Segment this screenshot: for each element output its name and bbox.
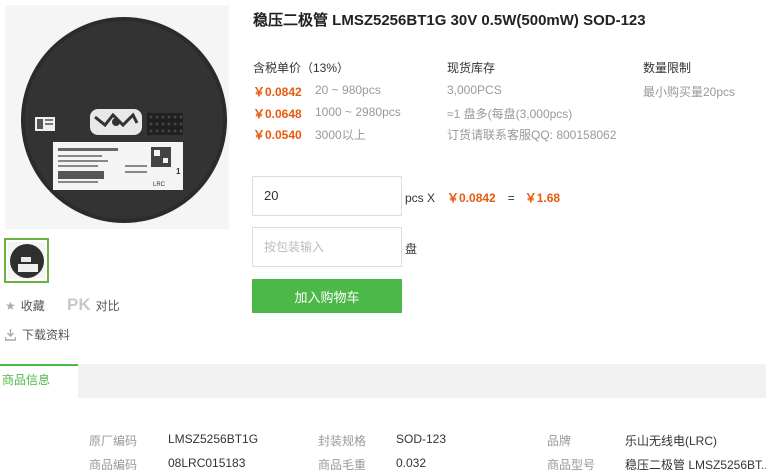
compare-label: 对比 [95, 298, 120, 313]
product-title: 稳压二极管 LMSZ5256BT1G 30V 0.5W(500mW) SOD-1… [253, 12, 646, 29]
product-image[interactable]: LRC 1 [5, 5, 229, 229]
stock-quantity: 3,000PCS [447, 83, 502, 97]
download-link[interactable]: 下载资料 [5, 326, 70, 343]
tier-price: ￥0.0842 [253, 85, 302, 99]
tier-price: ￥0.0540 [253, 128, 302, 142]
spec-value: 稳压二极管 LMSZ5256BT... [625, 458, 766, 470]
package-input[interactable]: 按包装输入 [252, 227, 402, 267]
tab-product-info[interactable]: 商品信息 [0, 364, 78, 398]
price-calculation: pcs X ￥0.0842 = ￥1.68 [405, 189, 560, 206]
spec-label: 商品毛重 [318, 458, 367, 470]
tier-qty: 3000以上 [315, 128, 366, 142]
reel-brand: LRC [153, 182, 166, 188]
tier-price: ￥0.0648 [253, 107, 302, 121]
spec-value: 08LRC015183 [168, 456, 246, 470]
download-icon [5, 328, 16, 341]
price-tier: ￥0.0648 1000 ~ 2980pcs [253, 105, 401, 122]
quantity-input[interactable]: 20 [252, 176, 402, 216]
qty-unit: pcs X [405, 190, 436, 205]
spec-label: 原厂编码 [89, 434, 138, 448]
package-unit: 盘 [405, 242, 418, 256]
spec-label: 商品编码 [89, 458, 138, 470]
compare-badge: PK [67, 295, 91, 314]
reel-illustration: LRC 1 [5, 5, 229, 229]
equals-sign: = [507, 190, 515, 205]
thumbnail-1[interactable] [4, 238, 49, 283]
tier-qty: 20 ~ 980pcs [315, 83, 381, 97]
tab-bar: 商品信息 [0, 364, 766, 398]
limit-header: 数量限制 [643, 61, 692, 75]
reel-qty: 1 [176, 167, 181, 176]
unit-price: ￥0.0842 [447, 191, 496, 205]
favorite-link[interactable]: ★ 收藏 [5, 297, 45, 314]
spec-value: SOD-123 [396, 432, 447, 446]
thumbnail-image [8, 242, 45, 279]
spec-label: 封装规格 [318, 434, 367, 448]
price-header: 含税单价（13%） [253, 61, 350, 75]
tier-qty: 1000 ~ 2980pcs [315, 105, 401, 119]
spec-value: 乐山无线电(LRC) [625, 434, 717, 448]
stock-contact: 订货请联系客服QQ: 800158062 [447, 128, 617, 142]
compare-link[interactable]: PK 对比 [67, 295, 120, 315]
min-purchase: 最小购买量20pcs [643, 85, 736, 99]
price-tier: ￥0.0540 3000以上 [253, 126, 366, 143]
spec-label: 品牌 [547, 434, 572, 448]
spec-label: 商品型号 [547, 458, 596, 470]
download-label: 下载资料 [22, 328, 71, 342]
spec-value: 0.032 [396, 456, 427, 470]
favorite-label: 收藏 [20, 299, 45, 313]
star-icon: ★ [5, 298, 16, 313]
spec-value: LMSZ5256BT1G [168, 432, 259, 446]
total-price: ￥1.68 [524, 191, 561, 205]
stock-header: 现货库存 [447, 61, 496, 75]
stock-reels: ≈1 盘多(每盘(3,000pcs) [447, 107, 573, 121]
add-to-cart-button[interactable]: 加入购物车 [252, 279, 402, 313]
price-tier: ￥0.0842 20 ~ 980pcs [253, 83, 381, 100]
